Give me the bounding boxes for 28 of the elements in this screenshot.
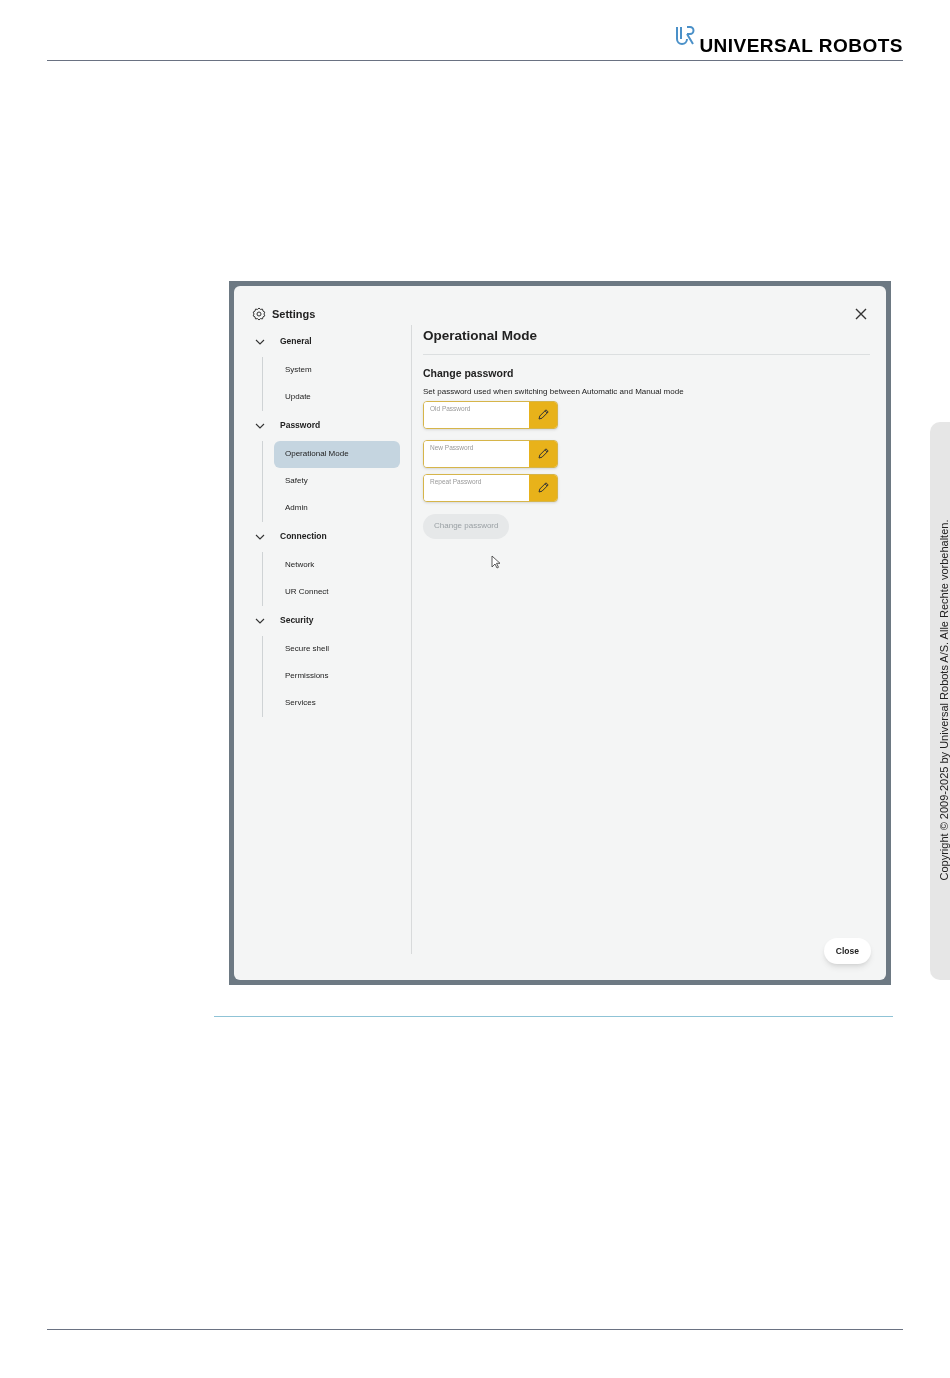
nav-item[interactable]: Safety	[274, 467, 400, 495]
close-button[interactable]: Close	[823, 938, 871, 964]
nav-item[interactable]: System	[274, 356, 400, 384]
nav-item[interactable]: Permissions	[274, 662, 400, 690]
nav-item[interactable]: UR Connect	[274, 578, 400, 606]
pencil-icon[interactable]	[536, 408, 550, 421]
nav-item[interactable]: Update	[274, 383, 400, 411]
description: Set password used when switching between Automatic and Manual mode	[423, 385, 685, 398]
nav-group-label[interactable]: Security	[280, 614, 314, 627]
cursor-icon	[491, 554, 501, 569]
pencil-icon[interactable]	[536, 481, 550, 494]
page-title: Operational Mode	[423, 324, 870, 355]
gear-icon	[252, 307, 266, 322]
nav-group-label[interactable]: Connection	[280, 530, 327, 543]
nav-item[interactable]: Network	[274, 551, 400, 579]
section-title: Change password	[423, 365, 515, 381]
nav-group-label[interactable]: General	[280, 335, 312, 348]
pencil-icon[interactable]	[536, 447, 550, 460]
dialog-title: Settings	[272, 307, 316, 322]
nav-item[interactable]: Secure shell	[274, 635, 400, 663]
nav-item[interactable]: Operational Mode	[274, 440, 400, 468]
close-icon[interactable]	[854, 307, 868, 322]
nav-item[interactable]: Services	[274, 689, 400, 717]
nav-item[interactable]: Admin	[274, 494, 400, 522]
logo-text: UNIVERSAL ROBOTS	[699, 36, 903, 55]
nav-group-label[interactable]: Password	[280, 419, 321, 432]
copyright-text: Copyright © 2009-2025 by Universal Robots A/S. Alle Rechte vorbehalten.	[937, 518, 950, 883]
logo-icon	[675, 26, 696, 46]
